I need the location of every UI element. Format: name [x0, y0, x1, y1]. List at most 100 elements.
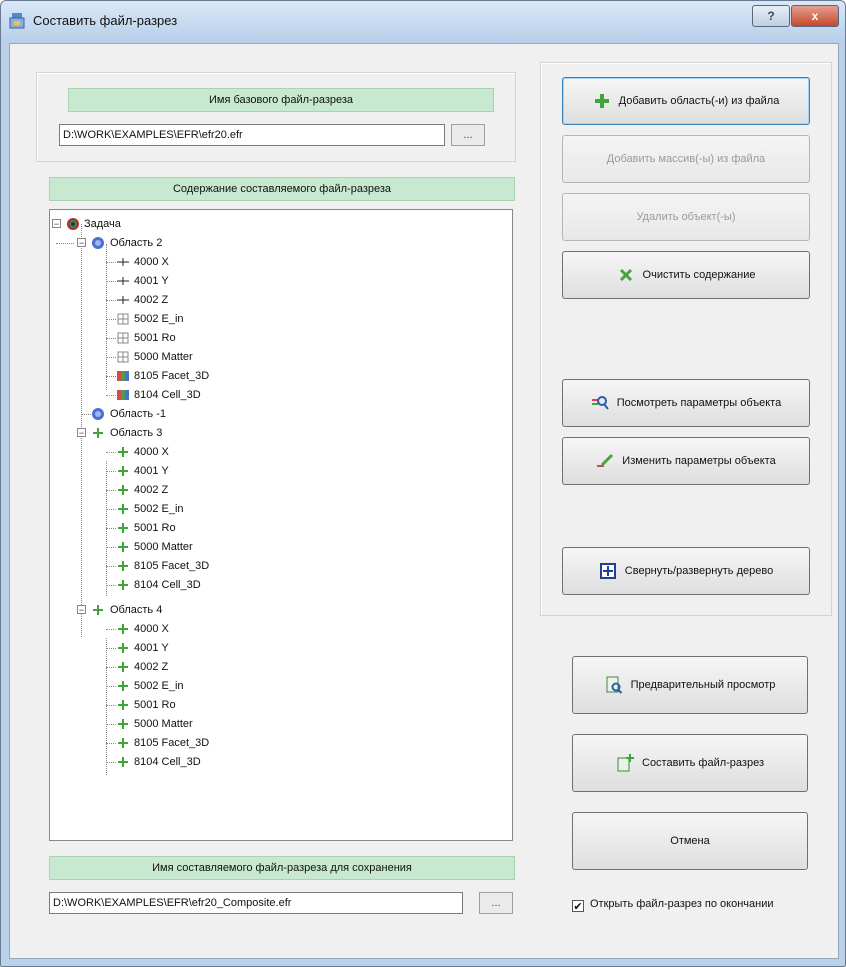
tree-leaf[interactable]: 5002 E_in	[50, 310, 270, 329]
toggle-tree-label: Свернуть/развернуть дерево	[624, 565, 774, 577]
tree-leaf[interactable]: 8105 Facet_3D	[50, 557, 270, 576]
collapse-icon[interactable]: −	[77, 238, 86, 248]
title-bar[interactable]: Составить файл-разрез ? x	[1, 1, 845, 43]
save-file-browse-button[interactable]: ...	[479, 892, 513, 914]
tree-leaf[interactable]: 4002 Z	[50, 658, 270, 677]
plus-icon	[118, 466, 128, 476]
tree-leaf[interactable]: 4002 Z	[50, 291, 270, 310]
cancel-button[interactable]: Отмена	[572, 812, 808, 870]
tree-leaf[interactable]: 5000 Matter	[50, 348, 270, 367]
clear-content-button[interactable]: Очистить содержание	[562, 251, 810, 299]
window-title: Составить файл-разрез	[33, 13, 178, 28]
open-after-checkbox[interactable]: ✔	[572, 900, 584, 913]
tree-leaf-label: 4001 Y	[134, 465, 169, 477]
tree-line	[106, 490, 116, 491]
add-arrays-button[interactable]: Добавить массив(-ы) из файла	[562, 135, 810, 183]
tree-leaf-label: 4001 Y	[134, 275, 169, 287]
tree-leaf-label: 4002 Z	[134, 661, 169, 673]
tree-leaf[interactable]: 4001 Y	[50, 639, 270, 658]
tree-leaf[interactable]: 4000 X	[50, 620, 270, 639]
tree-node-label: Область 4	[110, 604, 163, 616]
tree-line	[106, 338, 116, 339]
tree-line	[106, 262, 116, 263]
base-file-path-input[interactable]: D:\WORK\EXAMPLES\EFR\efr20.efr	[59, 124, 445, 146]
task-target-icon	[67, 218, 79, 230]
tree-leaf[interactable]: 4000 X	[50, 253, 270, 272]
tree-node-area[interactable]: − Область 2	[50, 234, 250, 253]
collapse-icon[interactable]: −	[77, 605, 86, 615]
edit-params-button[interactable]: Изменить параметры объекта	[562, 437, 810, 485]
plus-icon	[118, 523, 128, 533]
toggle-tree-button[interactable]: Свернуть/развернуть дерево	[562, 547, 810, 595]
tree-line	[81, 414, 91, 415]
tree-leaf[interactable]: 5001 Ro	[50, 696, 270, 715]
help-button[interactable]: ?	[752, 5, 790, 27]
clear-content-label: Очистить содержание	[642, 269, 756, 281]
dialog-client-area: Имя базового файл-разреза D:\WORK\EXAMPL…	[9, 43, 839, 959]
tree-node-label: Область 3	[110, 427, 163, 439]
collapse-icon[interactable]: −	[52, 219, 61, 229]
tree-line	[106, 357, 116, 358]
tree-leaf[interactable]: 8104 Cell_3D	[50, 386, 270, 405]
tree-leaf[interactable]: 4002 Z	[50, 481, 270, 500]
close-button[interactable]: x	[791, 5, 839, 27]
preview-document-icon	[605, 676, 623, 694]
delete-objects-button[interactable]: Удалить объект(-ы)	[562, 193, 810, 241]
preview-button[interactable]: Предварительный просмотр	[572, 656, 808, 714]
open-after-label: Открыть файл-разрез по окончании	[590, 898, 774, 910]
delete-objects-label: Удалить объект(-ы)	[636, 211, 736, 223]
tree-leaf-label: 4000 X	[134, 623, 169, 635]
tree-leaf[interactable]: 5000 Matter	[50, 715, 270, 734]
tree-leaf[interactable]: 4001 Y	[50, 272, 270, 291]
tree-leaf-label: 8105 Facet_3D	[134, 370, 210, 382]
tree-leaf[interactable]: 4000 X	[50, 443, 270, 462]
tree-leaf[interactable]: 5001 Ro	[50, 329, 270, 348]
tree-leaf[interactable]: 8105 Facet_3D	[50, 734, 270, 753]
tree-leaf[interactable]: 8104 Cell_3D	[50, 576, 270, 595]
tree-leaf[interactable]: 8104 Cell_3D	[50, 753, 270, 772]
content-tree[interactable]: − Задача − Область 2 4000 X 4001 Y 4002 …	[49, 209, 513, 841]
collapse-icon[interactable]: −	[77, 428, 86, 438]
dialog-window: Составить файл-разрез ? x Имя базового ф…	[0, 0, 846, 967]
save-file-path-input[interactable]: D:\WORK\EXAMPLES\EFR\efr20_Composite.efr	[49, 892, 463, 914]
plus-icon	[118, 719, 128, 729]
plus-area-icon	[93, 428, 103, 438]
tree-node-root[interactable]: − Задача	[50, 215, 250, 234]
grid-array-icon	[117, 332, 129, 344]
tree-leaf-label: 5000 Matter	[134, 541, 193, 553]
tree-line	[106, 452, 116, 453]
save-file-label: Имя составляемого файл-разреза для сохра…	[49, 856, 515, 880]
tree-leaf-label: 5002 E_in	[134, 503, 184, 515]
mesh-array-icon	[117, 371, 129, 381]
base-file-group	[36, 72, 516, 162]
tree-leaf-label: 8104 Cell_3D	[134, 756, 201, 768]
expand-tree-icon	[599, 562, 617, 580]
tree-leaf[interactable]: 8105 Facet_3D	[50, 367, 270, 386]
tree-leaf-label: 5000 Matter	[134, 718, 193, 730]
area-sphere-icon	[92, 408, 104, 420]
tree-leaf[interactable]: 4001 Y	[50, 462, 270, 481]
grid-array-icon	[117, 351, 129, 363]
base-file-browse-button[interactable]: ...	[451, 124, 485, 146]
tree-leaf[interactable]: 5002 E_in	[50, 500, 270, 519]
plus-icon	[118, 485, 128, 495]
base-file-label: Имя базового файл-разреза	[68, 88, 494, 112]
tree-leaf-label: 5001 Ro	[134, 332, 176, 344]
compose-button[interactable]: Составить файл-разрез	[572, 734, 808, 792]
add-areas-button[interactable]: Добавить область(-и) из файла	[562, 77, 810, 125]
tree-node-area[interactable]: − Область 3	[50, 424, 250, 443]
plus-icon	[118, 662, 128, 672]
tree-node-area[interactable]: Область -1	[50, 405, 250, 424]
tree-line	[106, 648, 116, 649]
tree-node-area[interactable]: − Область 4	[50, 601, 250, 620]
pencil-icon	[596, 452, 614, 470]
view-params-button[interactable]: Посмотреть параметры объекта	[562, 379, 810, 427]
tree-leaf[interactable]: 5001 Ro	[50, 519, 270, 538]
tree-leaf[interactable]: 5000 Matter	[50, 538, 270, 557]
new-document-icon	[616, 754, 634, 772]
mesh-array-icon	[117, 390, 129, 400]
tree-leaf[interactable]: 5002 E_in	[50, 677, 270, 696]
app-icon	[9, 13, 25, 29]
tree-leaf-label: 5000 Matter	[134, 351, 193, 363]
grid-array-icon	[117, 313, 129, 325]
